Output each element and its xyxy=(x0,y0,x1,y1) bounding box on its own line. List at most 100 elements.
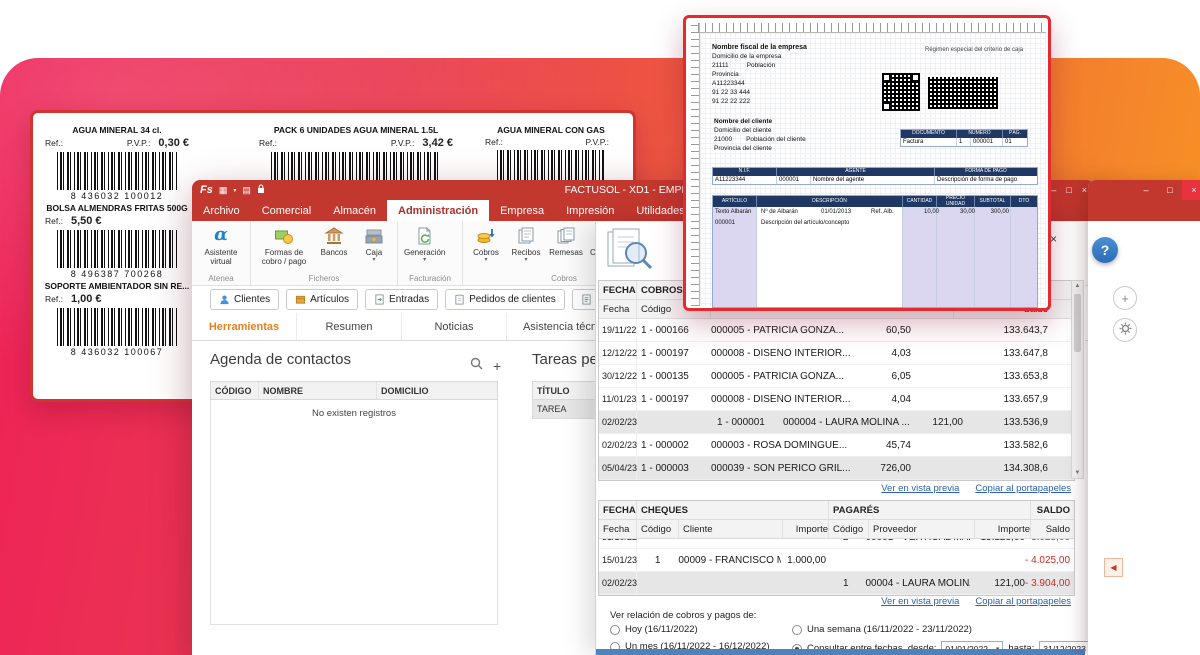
radio-hoy[interactable]: Hoy (16/11/2022) xyxy=(610,624,698,635)
settings-button[interactable] xyxy=(1113,318,1137,342)
table-row[interactable]: 30/12/22 1 - 000135 000005 - PATRICIA GO… xyxy=(599,365,1074,388)
ribbon-remesas[interactable]: Remesas xyxy=(546,222,586,274)
table-row[interactable]: 19/11/22 1 - 000166 000005 - PATRICIA GO… xyxy=(599,319,1074,342)
ribbon-bancos[interactable]: Bancos xyxy=(314,222,354,274)
table-row[interactable]: 31/10/22 2 00001 - VERTICAL MADRID... 15… xyxy=(599,539,1074,549)
table-row-pago[interactable]: 02/02/23 1 - 000001 000004 - LAURA MOLIN… xyxy=(599,411,1074,434)
item-cantidad: 10,00 xyxy=(909,209,939,215)
copy-link[interactable]: Copiar al portapapeles xyxy=(975,596,1071,607)
column-codigo[interactable]: CÓDIGO xyxy=(211,382,259,399)
client-postal: 21000 xyxy=(714,135,732,144)
ribbon-asistente-virtual[interactable]: α Asistente virtual xyxy=(195,222,247,274)
help-button[interactable]: ? xyxy=(1092,237,1118,263)
ribbon-caja[interactable]: Caja xyxy=(354,222,394,274)
table-row[interactable]: 15/01/23 1 00009 - FRANCISCO MORA... 1.0… xyxy=(599,549,1074,572)
tab-noticias[interactable]: Noticias xyxy=(402,313,507,340)
company-phone: 91 22 33 444 xyxy=(712,88,807,97)
column-nombre[interactable]: NOMBRE xyxy=(259,382,377,399)
radio-label: Hoy (16/11/2022) xyxy=(625,624,698,635)
maximize-button[interactable]: □ xyxy=(1066,185,1071,195)
value-agente-codigo: 000001 xyxy=(777,176,811,184)
table-row[interactable]: 02/02/23 1 - 000002 000003 - ROSA DOMING… xyxy=(599,434,1074,457)
table-scrollbar[interactable]: ▲ ▼ xyxy=(1071,280,1084,479)
table-row[interactable]: 05/04/23 1 - 000003 000039 - SON PERICO … xyxy=(599,457,1074,480)
column-domicilio[interactable]: DOMICILIO xyxy=(377,382,497,399)
menu-impresion[interactable]: Impresión xyxy=(555,200,625,221)
ribbon-cobros[interactable]: Cobros xyxy=(466,222,506,274)
lock-icon[interactable] xyxy=(257,184,265,196)
pedidos-clientes-button[interactable]: Pedidos de clientes xyxy=(445,289,565,310)
qr-code xyxy=(882,73,920,111)
cell-saldo: 133.657,9 xyxy=(911,394,1074,405)
save-icon[interactable]: ▦ xyxy=(219,185,228,196)
maximize-button[interactable]: □ xyxy=(1158,180,1182,200)
company-address: Domicilio de la empresa xyxy=(712,52,807,61)
close-button[interactable]: × xyxy=(1082,185,1087,195)
button-label: Clientes xyxy=(234,294,270,305)
menu-comercial[interactable]: Comercial xyxy=(251,200,323,221)
menu-archivo[interactable]: Archivo xyxy=(192,200,251,221)
preview-link[interactable]: Ver en vista previa xyxy=(881,596,959,607)
cell-importe: 121,00 xyxy=(911,417,963,428)
table-row[interactable]: 11/01/23 1 - 000197 000008 - DISEÑO INTE… xyxy=(599,388,1074,411)
ribbon-item-label: Cobros xyxy=(473,248,499,257)
items-table: ARTÍCULO DESCRIPCIÓN CANTIDAD PRECIO UNI… xyxy=(712,195,1038,308)
ribbon-recibos[interactable]: Recibos xyxy=(506,222,546,274)
add-button[interactable]: + xyxy=(1113,286,1137,310)
header-documento: DOCUMENTO xyxy=(901,130,957,138)
tab-herramientas[interactable]: Herramientas xyxy=(192,313,297,340)
ribbon-group-label: Atenea xyxy=(195,274,247,285)
scroll-down-icon[interactable]: ▼ xyxy=(1072,470,1083,476)
scrollbar-thumb[interactable] xyxy=(1074,294,1081,352)
ref-label: Ref.: xyxy=(45,294,63,304)
minimize-button[interactable]: – xyxy=(1134,180,1158,200)
cell-codigo: 1 - 000197 xyxy=(637,394,711,405)
preview-link[interactable]: Ver en vista previa xyxy=(881,483,959,494)
items-body: Texto Albarán Nº de Albarán 01/01/2013 R… xyxy=(713,207,1037,307)
scroll-up-icon[interactable]: ▲ xyxy=(1072,283,1083,289)
cell-saldo: 134.308,6 xyxy=(911,463,1074,474)
cell-codigo: 1 - 000003 xyxy=(637,463,711,474)
close-button[interactable]: × xyxy=(1182,180,1200,200)
cell-pg-codigo: 2 xyxy=(826,539,865,543)
button-label: Artículos xyxy=(310,294,349,305)
collapse-chevron-icon[interactable]: ◀ xyxy=(1104,558,1123,577)
cell-cliente: 000005 - PATRICIA GONZA... xyxy=(711,325,857,336)
radio-icon[interactable] xyxy=(792,625,802,635)
ribbon-formas-cobro-pago[interactable]: Formas de cobro / pago xyxy=(254,222,314,274)
box-icon xyxy=(295,294,306,305)
panel-close-button[interactable]: × xyxy=(1050,232,1057,246)
radio-icon[interactable] xyxy=(610,625,620,635)
subheader-importe2: Importe xyxy=(975,520,1031,538)
cell-saldo: 133.653,8 xyxy=(911,371,1074,382)
add-contact-icon[interactable]: + xyxy=(493,361,501,371)
company-nif: A11223344 xyxy=(712,79,807,88)
folder-icon[interactable]: ▤ xyxy=(242,185,251,196)
menu-empresa[interactable]: Empresa xyxy=(489,200,555,221)
button-label: Entradas xyxy=(389,294,429,305)
cell-ch-cliente: 00009 - FRANCISCO MORA... xyxy=(678,555,780,566)
cell-fecha: 05/04/23 xyxy=(599,457,637,479)
agenda-title: Agenda de contactos xyxy=(210,351,351,368)
table-row[interactable]: 02/02/23 1 00004 - LAURA MOLINA R... 121… xyxy=(599,572,1074,595)
company-name: Nombre fiscal de la empresa xyxy=(712,43,807,52)
cell-codigo: 1 - 000001 xyxy=(713,417,783,428)
entradas-button[interactable]: Entradas xyxy=(365,289,438,310)
menu-administracion[interactable]: Administración xyxy=(387,200,489,221)
articulos-button[interactable]: Artículos xyxy=(286,289,358,310)
table-row[interactable]: 12/12/22 1 - 000197 000008 - DISEÑO INTE… xyxy=(599,342,1074,365)
ribbon-generacion[interactable]: Generación xyxy=(401,222,448,274)
dropdown-arrow-icon[interactable]: ▾ xyxy=(233,187,236,194)
tab-resumen[interactable]: Resumen xyxy=(297,313,402,340)
header-pagares: PAGARÉS xyxy=(829,501,1031,519)
client-address: Domicilio del cliente xyxy=(714,126,806,135)
menu-almacen[interactable]: Almacén xyxy=(322,200,387,221)
search-icon[interactable] xyxy=(470,357,483,375)
radio-una-semana[interactable]: Una semana (16/11/2022 - 23/11/2022) xyxy=(792,624,972,635)
value-forma-pago: Descripción de forma de pago xyxy=(935,176,1037,184)
copy-link[interactable]: Copiar al portapapeles xyxy=(975,483,1071,494)
ribbon-group-facturacion: Generación Facturación xyxy=(398,221,463,285)
minimize-button[interactable]: – xyxy=(1051,185,1056,195)
subheader-saldo: Saldo xyxy=(1031,520,1074,538)
clientes-button[interactable]: Clientes xyxy=(210,289,279,310)
